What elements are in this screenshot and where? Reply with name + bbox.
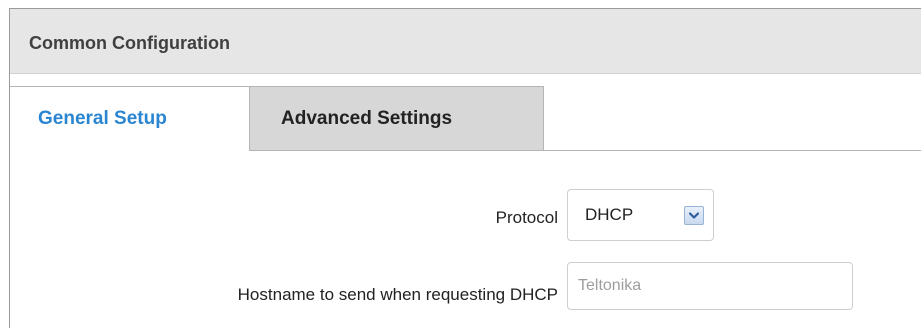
protocol-select[interactable]: DHCP (567, 189, 714, 241)
section-title: Common Configuration (29, 33, 230, 53)
hostname-input[interactable] (567, 262, 853, 310)
protocol-label: Protocol (495, 208, 558, 227)
chevron-down-icon[interactable] (684, 206, 704, 225)
tab-general-setup[interactable]: General Setup (10, 86, 250, 151)
section-header: Common Configuration (10, 9, 921, 74)
hostname-label: Hostname to send when requesting DHCP (237, 285, 558, 304)
protocol-select-value: DHCP (585, 205, 634, 224)
common-configuration-panel: Common Configuration General Setup Advan… (9, 8, 921, 328)
tab-bar-divider (249, 150, 921, 151)
tab-advanced-settings[interactable]: Advanced Settings (249, 86, 544, 151)
tab-bar: General Setup Advanced Settings (10, 74, 921, 151)
